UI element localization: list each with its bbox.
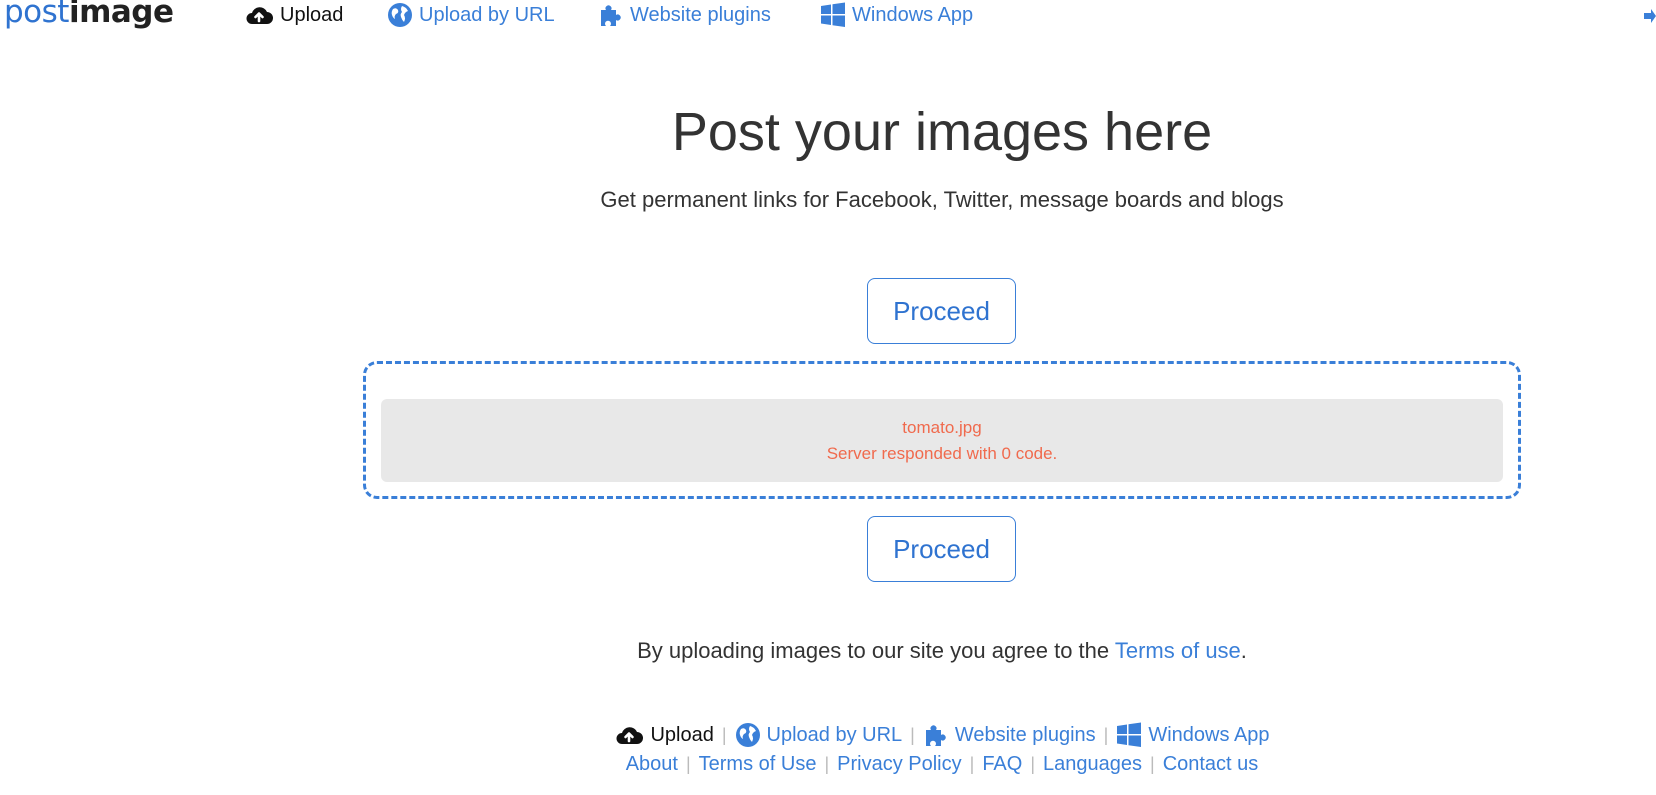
footer-languages-link[interactable]: Languages xyxy=(1043,753,1142,776)
footer-upload-by-url[interactable]: Upload by URL xyxy=(735,722,903,748)
footer-nav: Upload | Upload by URL | Website plugins… xyxy=(0,722,1656,748)
terms-agreement-text: By uploading images to our site you agre… xyxy=(637,638,1115,663)
separator: | xyxy=(824,754,830,774)
file-entry: tomato.jpg Server responded with 0 code. xyxy=(381,399,1503,482)
logo-image: image xyxy=(68,0,174,30)
proceed-button-top[interactable]: Proceed xyxy=(867,278,1016,344)
file-name: tomato.jpg xyxy=(902,417,982,437)
puzzle-icon xyxy=(925,725,946,746)
puzzle-icon xyxy=(601,5,621,26)
nav-windows-app[interactable]: Windows App xyxy=(820,2,973,28)
separator: | xyxy=(1150,754,1155,774)
proceed-button-bottom[interactable]: Proceed xyxy=(867,516,1016,582)
footer-upload[interactable]: Upload xyxy=(614,723,714,747)
footer-windows-app-label: Windows App xyxy=(1148,723,1270,746)
cloud-upload-icon xyxy=(246,7,273,24)
footer-windows-app[interactable]: Windows App xyxy=(1116,722,1270,748)
footer-terms-link[interactable]: Terms of Use xyxy=(699,753,817,776)
separator: | xyxy=(1030,754,1036,774)
footer-upload-by-url-label: Upload by URL xyxy=(766,723,903,746)
nav-upload-by-url-label: Upload by URL xyxy=(419,3,555,26)
terms-agreement-suffix: . xyxy=(1240,638,1247,663)
footer-links: About | Terms of Use | Privacy Policy | … xyxy=(0,753,1656,776)
separator: | xyxy=(685,754,691,774)
postimage-logo[interactable]: postimage xyxy=(4,0,174,32)
nav-windows-app-label: Windows App xyxy=(852,3,974,26)
page: postimage Upload Upload by URL Website p… xyxy=(0,0,1656,795)
footer-contact-link[interactable]: Contact us xyxy=(1163,753,1259,776)
footer-faq-link[interactable]: FAQ xyxy=(982,753,1022,776)
page-title: Post your images here xyxy=(671,102,1213,162)
nav-upload[interactable]: Upload xyxy=(244,2,343,28)
separator: | xyxy=(721,724,727,745)
globe-icon xyxy=(735,723,760,747)
logo-post: post xyxy=(4,0,69,30)
windows-icon xyxy=(821,2,845,27)
separator: | xyxy=(969,754,975,774)
nav-upload-label: Upload xyxy=(280,3,344,26)
top-navigation: postimage Upload Upload by URL Website p… xyxy=(0,0,1656,34)
separator: | xyxy=(910,724,915,745)
cloud-upload-icon xyxy=(616,727,644,744)
footer-website-plugins[interactable]: Website plugins xyxy=(923,722,1096,748)
windows-icon xyxy=(1117,722,1142,747)
sign-in-icon[interactable] xyxy=(1644,6,1656,26)
upload-dropzone[interactable]: tomato.jpg Server responded with 0 code. xyxy=(363,361,1521,499)
nav-upload-by-url[interactable]: Upload by URL xyxy=(387,2,555,28)
nav-website-plugins[interactable]: Website plugins xyxy=(598,2,771,28)
upload-error-message: Server responded with 0 code. xyxy=(826,443,1058,463)
page-subtitle: Get permanent links for Facebook, Twitte… xyxy=(600,187,1284,212)
terms-agreement: By uploading images to our site you agre… xyxy=(0,638,1656,664)
footer-about-link[interactable]: About xyxy=(626,753,678,776)
separator: | xyxy=(1103,724,1109,745)
footer-upload-label: Upload xyxy=(650,723,714,746)
footer-privacy-link[interactable]: Privacy Policy xyxy=(837,753,961,776)
terms-of-use-link[interactable]: Terms of use xyxy=(1115,638,1241,663)
nav-website-plugins-label: Website plugins xyxy=(630,3,771,26)
footer-website-plugins-label: Website plugins xyxy=(954,723,1096,746)
globe-icon xyxy=(388,3,412,27)
